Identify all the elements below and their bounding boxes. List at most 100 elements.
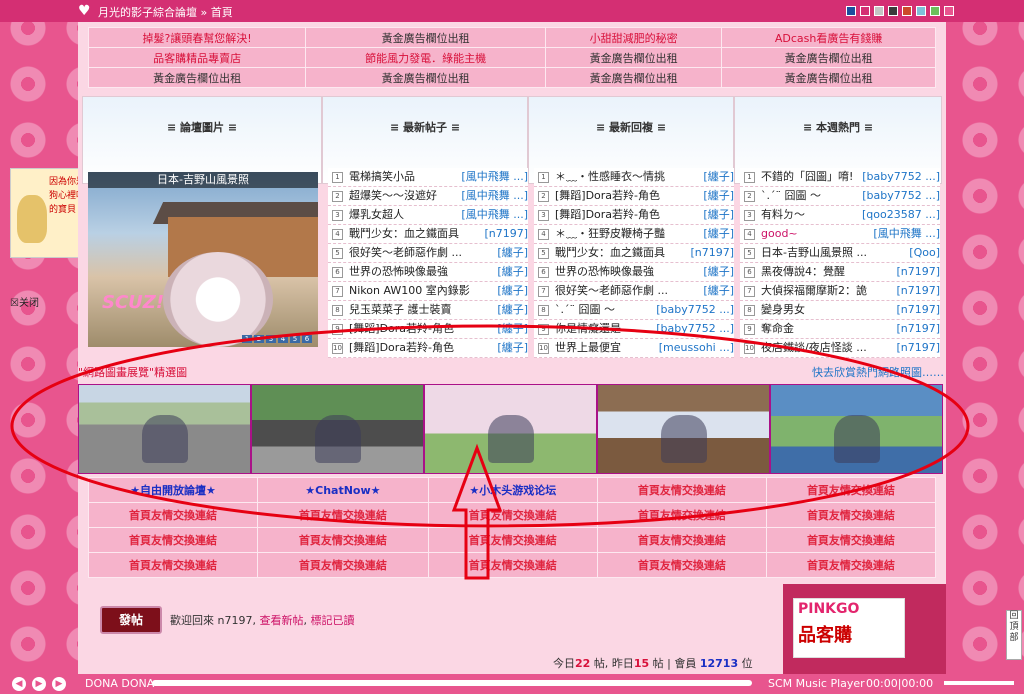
item-author[interactable]: [baby7752 ...]	[656, 301, 734, 319]
item-author[interactable]: [n7197]	[896, 320, 940, 338]
item-title[interactable]: 世界の恐怖映像最強	[349, 263, 493, 281]
item-author[interactable]: [纏子]	[703, 206, 734, 224]
item-title[interactable]: [舞蹈]Dora若羚-角色	[555, 187, 699, 205]
item-title[interactable]: 夜店鐵談/夜店怪談 ...	[761, 339, 892, 357]
friend-link[interactable]: 首頁友情交換連結	[765, 502, 937, 528]
list-item[interactable]: 5 戰鬥少女：血之鐵面具 [n7197]	[534, 244, 734, 263]
item-title[interactable]: 奪命金	[761, 320, 892, 338]
item-author[interactable]: [baby7752 ...]	[656, 320, 734, 338]
list-item[interactable]: 6 世界の恐怖映像最強 [纏子]	[534, 263, 734, 282]
list-item[interactable]: 10 [舞蹈]Dora若羚-角色 [纏子]	[328, 339, 528, 358]
item-author[interactable]: [qoo23587 ...]	[862, 206, 940, 224]
item-author[interactable]: [n7197]	[690, 244, 734, 262]
photo-page-dot[interactable]: 6	[302, 335, 312, 343]
friend-link[interactable]: 首頁友情交換連結	[257, 552, 429, 578]
gallery-image[interactable]	[770, 384, 943, 474]
item-title[interactable]: ＊﹏・狂野皮鞭椅子豔	[555, 225, 699, 243]
item-author[interactable]: [n7197]	[896, 263, 940, 281]
ad-link[interactable]: 小甜甜減肥的秘密	[545, 27, 723, 48]
item-author[interactable]: [纏子]	[497, 244, 528, 262]
item-author[interactable]: [纏子]	[703, 168, 734, 186]
list-item[interactable]: 4 戰鬥少女：血之鐵面具 [n7197]	[328, 225, 528, 244]
list-item[interactable]: 3 爆乳女超人 [風中飛舞 ...]	[328, 206, 528, 225]
previous-icon[interactable]: ◀	[12, 677, 26, 691]
friend-link[interactable]: 首頁友情交換連結	[596, 527, 767, 553]
friend-link[interactable]: ★ChatNow★	[257, 477, 429, 503]
pinkgo-ad[interactable]: PINKGO 品客購	[793, 598, 905, 658]
item-title[interactable]: 大偵探福爾摩斯2：詭	[761, 282, 892, 300]
item-author[interactable]: [Qoo]	[909, 244, 940, 262]
featured-photo[interactable]: 日本-吉野山風景照 SCUZ! 123456	[88, 172, 318, 347]
list-item[interactable]: 1 電梯搞笑小品 [風中飛舞 ...]	[328, 168, 528, 187]
list-item[interactable]: 2 超爆笑～～沒遮好 [風中飛舞 ...]	[328, 187, 528, 206]
back-to-top-button[interactable]: 回頂部	[1006, 610, 1022, 660]
list-item[interactable]: 10 世界上最便宜 [meussohi ...]	[534, 339, 734, 358]
ad-link[interactable]: 掉髮?讓頭春幫您解決!	[87, 27, 307, 48]
list-item[interactable]: 8 `.´¨ 囧圖 ～ [baby7752 ...]	[534, 301, 734, 320]
friend-link[interactable]: 首頁友情交換連結	[427, 552, 598, 578]
item-title[interactable]: [舞蹈]Dora若羚-角色	[349, 320, 493, 338]
style-swatch[interactable]	[846, 6, 856, 16]
ad-link[interactable]: 黃金廣告欄位出租	[87, 67, 307, 88]
item-title[interactable]: 世界上最便宜	[555, 339, 655, 357]
new-post-button[interactable]: 發帖	[100, 606, 162, 634]
photo-page-dot[interactable]: 1	[242, 335, 252, 343]
item-title[interactable]: [舞蹈]Dora若羚-角色	[555, 206, 699, 224]
progress-bar[interactable]	[152, 680, 752, 686]
gallery-more-link[interactable]: 快去欣賞熱門網路照圖……	[812, 364, 944, 380]
friend-link[interactable]: 首頁友情交換連結	[427, 527, 598, 553]
item-title[interactable]: `.´¨ 囧圖 ～	[555, 301, 652, 319]
breadcrumb-site[interactable]: 月光的影子綜合論壇	[98, 6, 197, 19]
list-item[interactable]: 7 大偵探福爾摩斯2：詭 [n7197]	[740, 282, 940, 301]
item-author[interactable]: [纏子]	[497, 301, 528, 319]
item-author[interactable]: [纏子]	[703, 282, 734, 300]
list-item[interactable]: 2 [舞蹈]Dora若羚-角色 [纏子]	[534, 187, 734, 206]
item-author[interactable]: [纏子]	[497, 339, 528, 357]
item-author[interactable]: [風中飛舞 ...]	[461, 168, 528, 186]
item-title[interactable]: 戰鬥少女：血之鐵面具	[555, 244, 686, 262]
style-swatch[interactable]	[860, 6, 870, 16]
friend-link[interactable]: 首頁友情交換連結	[257, 502, 429, 528]
list-item[interactable]: 9 奪命金 [n7197]	[740, 320, 940, 339]
gallery-image[interactable]	[251, 384, 424, 474]
style-swatch[interactable]	[888, 6, 898, 16]
view-new-posts-link[interactable]: 查看新帖	[259, 614, 303, 627]
friend-link[interactable]: 首頁友情交換連結	[596, 502, 767, 528]
item-title[interactable]: 超爆笑～～沒遮好	[349, 187, 457, 205]
ad-link[interactable]: ADcash看廣告有錢賺	[721, 27, 936, 48]
list-item[interactable]: 4 ＊﹏・狂野皮鞭椅子豔 [纏子]	[534, 225, 734, 244]
item-author[interactable]: [纏子]	[497, 263, 528, 281]
list-item[interactable]: 8 變身男女 [n7197]	[740, 301, 940, 320]
item-title[interactable]: Nikon AW100 室內錄影	[349, 282, 493, 300]
item-author[interactable]: [纏子]	[497, 320, 528, 338]
list-item[interactable]: 3 [舞蹈]Dora若羚-角色 [纏子]	[534, 206, 734, 225]
item-author[interactable]: [纏子]	[497, 282, 528, 300]
ad-link[interactable]: 黃金廣告欄位出租	[305, 67, 547, 88]
item-author[interactable]: [風中飛舞 ...]	[461, 187, 528, 205]
item-title[interactable]: 你是情癡還是	[555, 320, 652, 338]
item-author[interactable]: [meussohi ...]	[659, 339, 734, 357]
item-title[interactable]: 戰鬥少女：血之鐵面具	[349, 225, 480, 243]
friend-link[interactable]: 首頁友情交換連結	[765, 477, 937, 503]
photo-page-dot[interactable]: 3	[266, 335, 276, 343]
ad-link[interactable]: 黃金廣告欄位出租	[721, 67, 936, 88]
play-icon[interactable]: ▶	[32, 677, 46, 691]
friend-link[interactable]: 首頁友情交換連結	[596, 477, 767, 503]
item-author[interactable]: [n7197]	[484, 225, 528, 243]
gallery-image[interactable]	[78, 384, 251, 474]
ad-link[interactable]: 黃金廣告欄位出租	[545, 67, 723, 88]
gallery-image[interactable]	[424, 384, 597, 474]
item-title[interactable]: 日本-吉野山風景照 ...	[761, 244, 905, 262]
item-title[interactable]: 兒玉菜菜子 護士裝賣	[349, 301, 493, 319]
list-item[interactable]: 8 兒玉菜菜子 護士裝賣 [纏子]	[328, 301, 528, 320]
list-item[interactable]: 4 good~ [風中飛舞 ...]	[740, 225, 940, 244]
style-swatch[interactable]	[916, 6, 926, 16]
item-title[interactable]: 很好笑～老師惡作劇 ...	[555, 282, 699, 300]
style-swatch[interactable]	[874, 6, 884, 16]
item-author[interactable]: [風中飛舞 ...]	[461, 206, 528, 224]
item-title[interactable]: 電梯搞笑小品	[349, 168, 457, 186]
item-title[interactable]: ＊﹏・性感睡衣～情挑	[555, 168, 699, 186]
list-item[interactable]: 5 日本-吉野山風景照 ... [Qoo]	[740, 244, 940, 263]
next-icon[interactable]: ▶	[52, 677, 66, 691]
ad-link[interactable]: 黃金廣告欄位出租	[721, 47, 936, 68]
